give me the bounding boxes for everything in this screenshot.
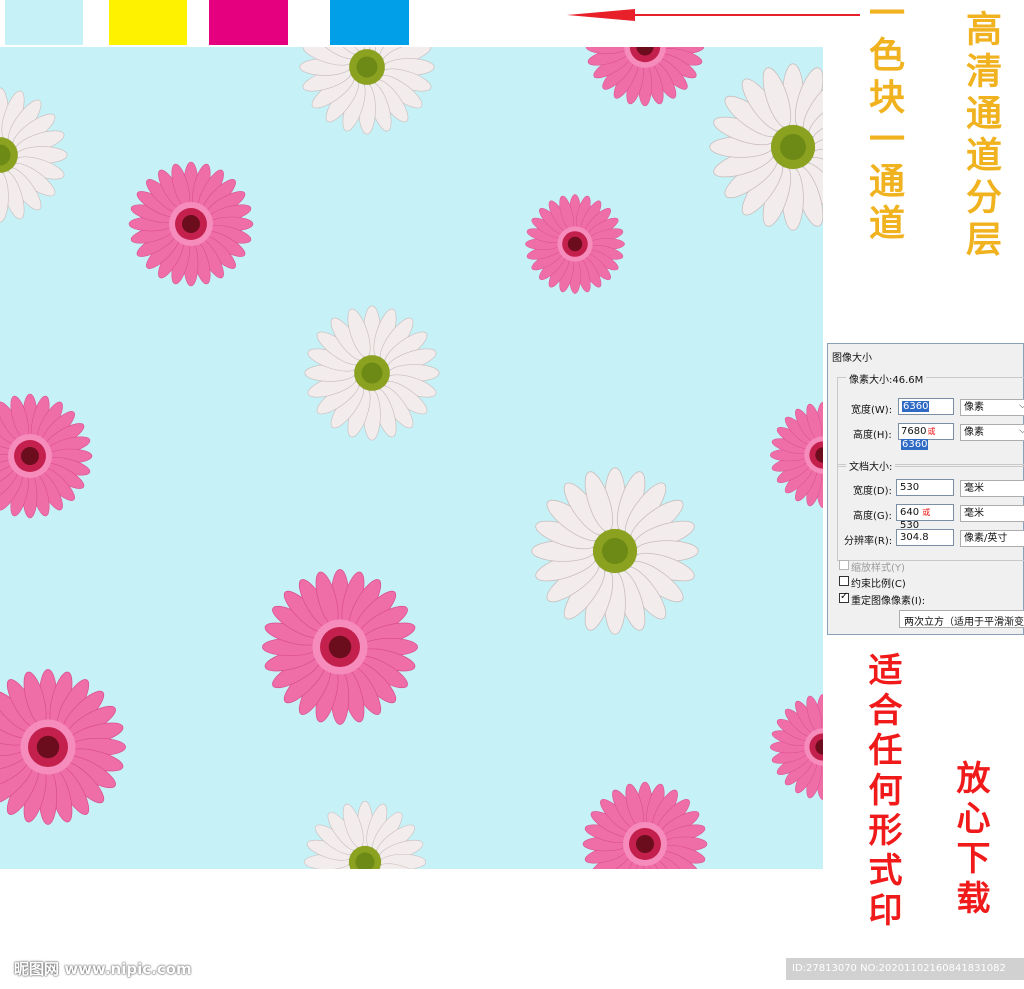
height-input[interactable]: 7680或 6360 <box>898 423 954 450</box>
pixel-dimensions-group <box>837 377 1024 467</box>
image-size-dialog: 图像大小 像素大小:46.6M 宽度(W): 6360 像素 ⌵ 高度(H): 7… <box>827 343 1024 635</box>
white-daisy <box>299 47 435 135</box>
white-daisy <box>531 467 699 635</box>
label-color-block-channel: 一色块一通道 <box>863 0 905 246</box>
width-unit-select[interactable]: 像素 ⌵ <box>960 399 1024 416</box>
pink-gerbera <box>525 193 626 295</box>
label-hd-channel-layers: 高清通道分层 <box>960 10 1002 262</box>
resolution-input[interactable]: 304.8 <box>896 529 954 546</box>
width-input[interactable]: 6360 <box>898 398 954 415</box>
doc-width-input[interactable]: 530 <box>896 479 954 496</box>
resample-checkbox[interactable] <box>839 591 849 603</box>
width-label: 宽度(W): <box>851 405 893 416</box>
watermark: 昵图网 www.nipic.com <box>14 960 192 978</box>
resolution-label: 分辨率(R): <box>844 536 893 547</box>
chevron-down-icon: ⌵ <box>1019 401 1024 411</box>
doc-height-label: 高度(G): <box>853 511 892 522</box>
pink-gerbera <box>585 47 705 107</box>
resolution-unit-select[interactable]: 像素/英寸 <box>960 530 1024 547</box>
pink-gerbera <box>769 401 823 509</box>
constrain-proportions-label: 约束比例(C) <box>851 579 906 590</box>
document-size-label: 文档大小: <box>846 458 896 473</box>
handwritten-mark: 或 <box>927 427 936 436</box>
pink-gerbera <box>0 393 93 519</box>
resample-method-select[interactable]: 两次立方（适用于平滑渐变 <box>899 610 1024 628</box>
label-download-safely: 放心下载 <box>950 760 990 920</box>
pink-gerbera <box>128 161 254 287</box>
pink-gerbera <box>261 568 419 726</box>
white-daisy <box>303 800 427 869</box>
swatch-light-cyan <box>5 0 83 45</box>
image-id-text: ID:27813070 NO:20201102160841831082 <box>786 958 1024 980</box>
doc-height-unit-select[interactable]: 毫米 <box>960 505 1024 522</box>
pink-gerbera <box>0 668 127 826</box>
height-old-value: 7680 <box>901 426 927 437</box>
constrain-proportions-checkbox[interactable] <box>839 576 849 586</box>
doc-width-label: 宽度(D): <box>853 486 892 497</box>
pixel-dimensions-label: 像素大小:46.6M <box>846 371 927 386</box>
height-unit-select[interactable]: 像素 ⌵ <box>960 424 1024 441</box>
floral-pattern <box>0 47 823 869</box>
doc-width-unit-select[interactable]: 毫米 <box>960 480 1024 497</box>
chevron-down-icon: ⌵ <box>1019 426 1024 436</box>
height-new-value: 6360 <box>901 439 929 450</box>
dialog-title: 图像大小 <box>832 353 872 364</box>
swatch-yellow <box>109 0 187 45</box>
white-daisy <box>0 87 68 223</box>
swatch-magenta <box>209 0 288 45</box>
height-label: 高度(H): <box>853 430 892 441</box>
resample-label: 重定图像像素(I): <box>851 596 926 607</box>
label-print-any-form: 适合任何形式印 <box>862 652 902 932</box>
swatch-cyan <box>330 0 409 45</box>
scale-styles-label: 缩放样式(Y) <box>851 563 905 574</box>
scale-styles-checkbox[interactable] <box>839 560 849 570</box>
left-arrow-icon <box>567 9 860 21</box>
pink-gerbera <box>769 693 823 801</box>
pink-gerbera <box>582 781 708 869</box>
doc-height-input[interactable]: 640 或 530 <box>896 504 954 531</box>
white-daisy <box>709 63 823 231</box>
white-daisy <box>304 305 440 441</box>
